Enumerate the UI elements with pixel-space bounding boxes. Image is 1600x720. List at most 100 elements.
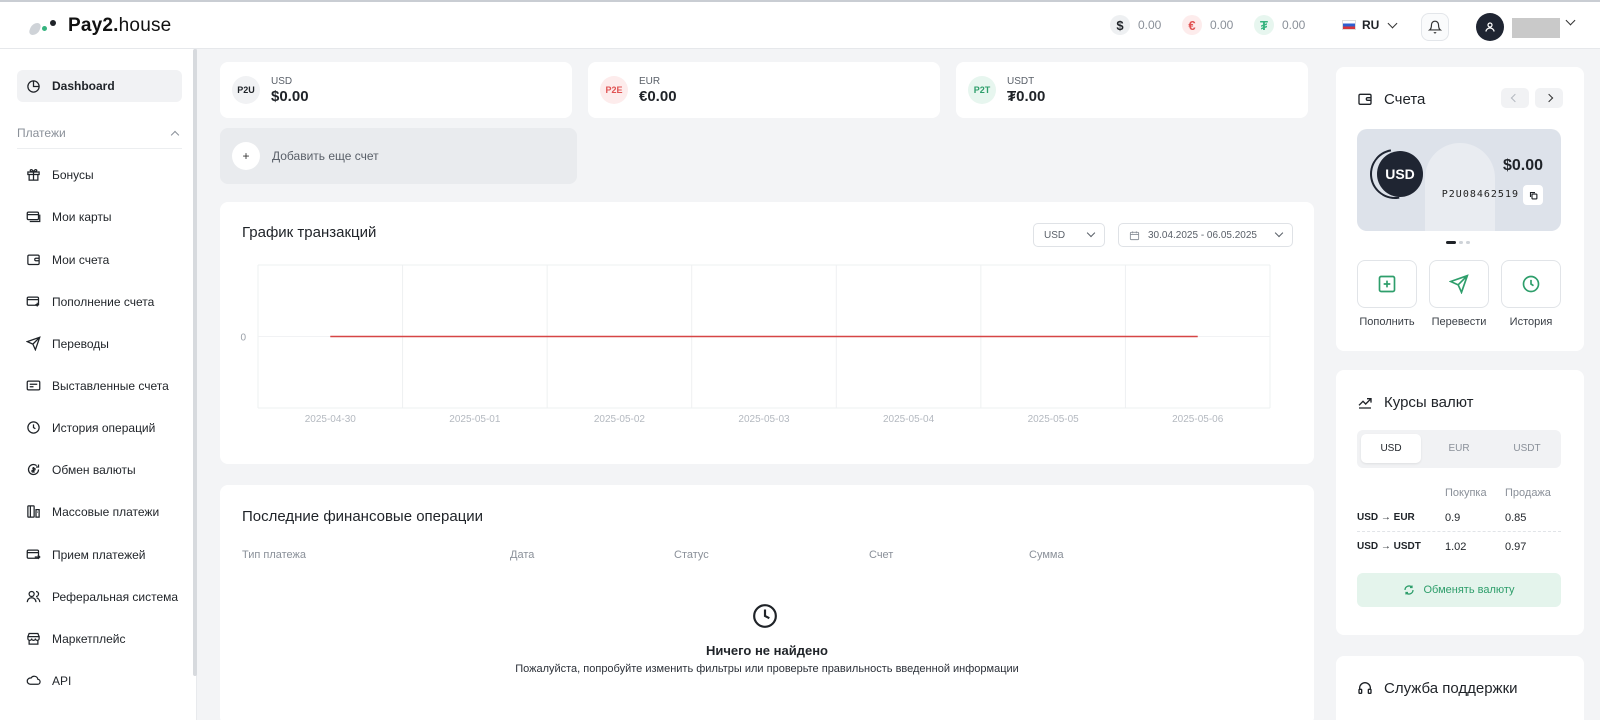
chevron-right-icon xyxy=(1544,93,1554,103)
transfer-action-label: Перевести xyxy=(1431,316,1487,328)
user-menu-chevron-icon[interactable] xyxy=(1565,15,1576,26)
card-icon xyxy=(26,211,41,223)
logo[interactable]: Pay2.house xyxy=(27,15,172,37)
sidebar-scrollbar[interactable] xyxy=(193,49,197,676)
x-tick-label: 2025-04-30 xyxy=(305,414,357,425)
rates-tab-usdt[interactable]: USDT xyxy=(1497,434,1557,463)
sidebar-item-label: API xyxy=(52,673,72,688)
x-tick-label: 2025-05-06 xyxy=(1172,414,1224,425)
next-account-button[interactable] xyxy=(1535,88,1563,108)
topup-action[interactable]: Пополнить xyxy=(1357,260,1417,328)
history-action[interactable]: История xyxy=(1501,260,1561,328)
logo-text: Pay2.house xyxy=(68,15,172,36)
send-icon xyxy=(26,336,41,351)
rate-sell: 0.97 xyxy=(1505,541,1527,553)
account-amount: $0.00 xyxy=(271,87,309,105)
column-header-status[interactable]: Статус xyxy=(674,549,709,561)
usdt-balance[interactable]: ₮ 0.00 xyxy=(1254,15,1305,35)
empty-state-text: Пожалуйста, попробуйте изменить фильтры … xyxy=(515,663,1019,675)
sidebar: Dashboard Платежи Бонусы Мои карты Мои с… xyxy=(0,49,197,720)
sidebar-item-label: Мои счета xyxy=(52,252,110,267)
headset-icon xyxy=(1358,682,1372,694)
sidebar-item-invoices[interactable]: Выставленные счета xyxy=(26,378,169,393)
transfer-action[interactable]: Перевести xyxy=(1429,260,1489,328)
column-header-account[interactable]: Счет xyxy=(869,549,893,561)
account-currency: USD xyxy=(271,75,293,87)
transactions-chart-card: График транзакций USD 30.04.2025 - 06.05… xyxy=(220,202,1314,464)
column-header-date[interactable]: Дата xyxy=(510,549,534,561)
sidebar-group-label: Платежи xyxy=(17,126,66,140)
rate-sell: 0.85 xyxy=(1505,512,1527,524)
wallet-icon xyxy=(27,254,40,266)
copy-account-button[interactable] xyxy=(1523,185,1543,205)
refresh-icon xyxy=(1404,585,1415,595)
clock-icon xyxy=(27,421,40,434)
transfer-action-box xyxy=(1429,260,1489,308)
eur-balance[interactable]: € 0.00 xyxy=(1182,15,1233,35)
russia-flag-icon xyxy=(1342,20,1356,30)
user-name-redacted[interactable] xyxy=(1512,18,1560,38)
usd-balance[interactable]: $ 0.00 xyxy=(1110,15,1161,35)
accounts-panel: Счета USD $0.00 P2U08462519 Пополнить Пе… xyxy=(1336,67,1584,351)
sell-header: Продажа xyxy=(1505,487,1551,499)
account-amount: ₮0.00 xyxy=(1007,87,1046,105)
account-wallet-card[interactable]: USD $0.00 P2U08462519 xyxy=(1357,129,1561,231)
sidebar-item-mass-payments[interactable]: Массовые платежи xyxy=(26,504,159,519)
sidebar-item-label: Переводы xyxy=(52,336,109,351)
plus-icon: + xyxy=(232,142,260,170)
rates-currency-tabs: USD EUR USDT xyxy=(1357,430,1561,468)
top-header: Pay2.house $ 0.00 € 0.00 ₮ 0.00 RU xyxy=(0,0,1600,49)
exchange-rates-panel: Курсы валют USD EUR USDT Покупка Продажа… xyxy=(1336,370,1584,635)
sidebar-item-marketplace[interactable]: Маркетплейс xyxy=(26,631,126,646)
logo-mark-icon xyxy=(27,16,58,36)
transactions-line-chart: 0 2025-04-30 2025-05-01 2025-05-02 2025-05-0… xyxy=(240,264,1271,425)
rate-pair: USD → USDT xyxy=(1357,541,1421,552)
sidebar-item-label: История операций xyxy=(52,420,156,435)
sidebar-item-transfers[interactable]: Переводы xyxy=(26,336,109,351)
history-action-box xyxy=(1501,260,1561,308)
sidebar-item-topup[interactable]: Пополнение счета xyxy=(26,294,154,309)
sidebar-item-my-accounts[interactable]: Мои счета xyxy=(26,252,109,267)
market-icon xyxy=(27,632,40,645)
account-card-usdt[interactable]: P2T USDT ₮0.00 xyxy=(956,62,1308,118)
tether-icon: ₮ xyxy=(1254,15,1274,35)
x-tick-label: 2025-05-05 xyxy=(1028,414,1080,425)
rates-tab-usd[interactable]: USD xyxy=(1361,434,1421,463)
gift-icon xyxy=(27,169,40,181)
account-amount: €0.00 xyxy=(639,87,677,105)
rate-buy: 0.9 xyxy=(1445,512,1461,524)
sidebar-group-payments[interactable]: Платежи xyxy=(17,126,182,149)
users-icon xyxy=(26,590,41,603)
sidebar-item-my-cards[interactable]: Мои карты xyxy=(26,209,112,224)
sidebar-item-referral[interactable]: Реферальная система xyxy=(26,589,178,604)
history-action-label: История xyxy=(1509,316,1553,328)
rates-title: Курсы валют xyxy=(1384,394,1474,411)
sidebar-item-exchange[interactable]: Обмен валюты xyxy=(26,462,136,477)
exchange-currency-button[interactable]: Обменять валюту xyxy=(1357,573,1561,607)
sidebar-item-label: Обмен валюты xyxy=(52,462,136,477)
column-header-type[interactable]: Тип платежа xyxy=(242,549,306,561)
sidebar-item-label: Массовые платежи xyxy=(52,504,160,519)
account-card-eur[interactable]: P2E EUR €0.00 xyxy=(588,62,940,118)
prev-account-button[interactable] xyxy=(1501,88,1529,108)
sidebar-item-api[interactable]: API xyxy=(26,673,71,688)
column-header-amount[interactable]: Сумма xyxy=(1029,549,1064,561)
sidebar-item-dashboard[interactable]: Dashboard xyxy=(17,70,182,102)
avatar[interactable] xyxy=(1476,13,1504,41)
carousel-dots[interactable] xyxy=(1446,241,1470,244)
sidebar-item-bonuses[interactable]: Бонусы xyxy=(26,167,94,182)
language-select[interactable]: RU xyxy=(1342,18,1398,32)
sidebar-item-label: Бонусы xyxy=(52,167,94,182)
exchange-currency-label: Обменять валюту xyxy=(1423,584,1515,596)
add-account-button[interactable]: + Добавить еще счет xyxy=(220,128,577,184)
support-title[interactable]: Служба поддержки xyxy=(1384,680,1518,697)
sidebar-item-history[interactable]: История операций xyxy=(26,420,155,435)
rates-tab-eur[interactable]: EUR xyxy=(1429,434,1489,463)
account-card-usd[interactable]: P2U USD $0.00 xyxy=(220,62,572,118)
sidebar-item-label: Реферальная система xyxy=(52,589,179,604)
send-icon xyxy=(1449,274,1469,294)
chevron-up-icon xyxy=(170,130,180,139)
sidebar-item-receive-payments[interactable]: Прием платежей xyxy=(26,547,145,562)
user-icon xyxy=(1485,22,1495,32)
notifications-button[interactable] xyxy=(1421,13,1449,41)
